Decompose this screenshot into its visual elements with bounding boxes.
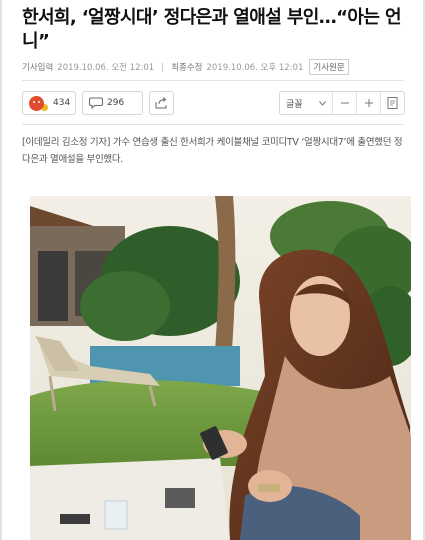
photo-illustration: [30, 196, 411, 540]
modified-date: 2019.10.06. 오후 12:01: [206, 63, 304, 73]
published-label: 기사입력: [22, 63, 54, 73]
share-icon: [155, 97, 167, 109]
article-toolbar: 434 296 글꼴: [22, 91, 405, 115]
speech-bubble-icon: [89, 97, 103, 109]
article-lead: [이데일리 김소정 기자] 가수 연습생 출신 한서희가 케이블채널 코미디TV…: [22, 137, 403, 165]
article-headline: 한서희, ‘얼짱시대’ 정다은과 열애설 부인…“아는 언니”: [22, 7, 402, 52]
print-button[interactable]: [380, 92, 404, 114]
article-meta: 기사입력 2019.10.06. 오전 12:01 최종수정 2019.10.0…: [22, 59, 349, 75]
minus-icon: [340, 102, 349, 104]
comment-count: 296: [107, 98, 125, 108]
published-date: 2019.10.06. 오전 12:01: [57, 63, 155, 73]
modified-label: 최종수정: [171, 63, 203, 73]
meta-divider: [162, 62, 164, 72]
reaction-count: 434: [53, 98, 71, 108]
chevron-down-icon: [319, 100, 326, 106]
angry-face-icon: [29, 95, 44, 111]
font-size-increase-button[interactable]: [356, 92, 380, 114]
share-button[interactable]: [149, 91, 174, 115]
comment-button[interactable]: 296: [82, 91, 143, 115]
article-photo: [30, 196, 411, 540]
divider: [22, 80, 404, 81]
font-tools: 글꼴: [279, 91, 405, 115]
original-article-link[interactable]: 기사원문: [309, 59, 349, 75]
font-select[interactable]: 글꼴: [280, 92, 332, 114]
reaction-button[interactable]: 434: [22, 91, 76, 115]
print-icon: [387, 97, 398, 109]
divider: [22, 124, 404, 125]
plus-icon: [364, 99, 373, 107]
font-select-label: 글꼴: [286, 99, 303, 110]
font-size-decrease-button[interactable]: [332, 92, 356, 114]
